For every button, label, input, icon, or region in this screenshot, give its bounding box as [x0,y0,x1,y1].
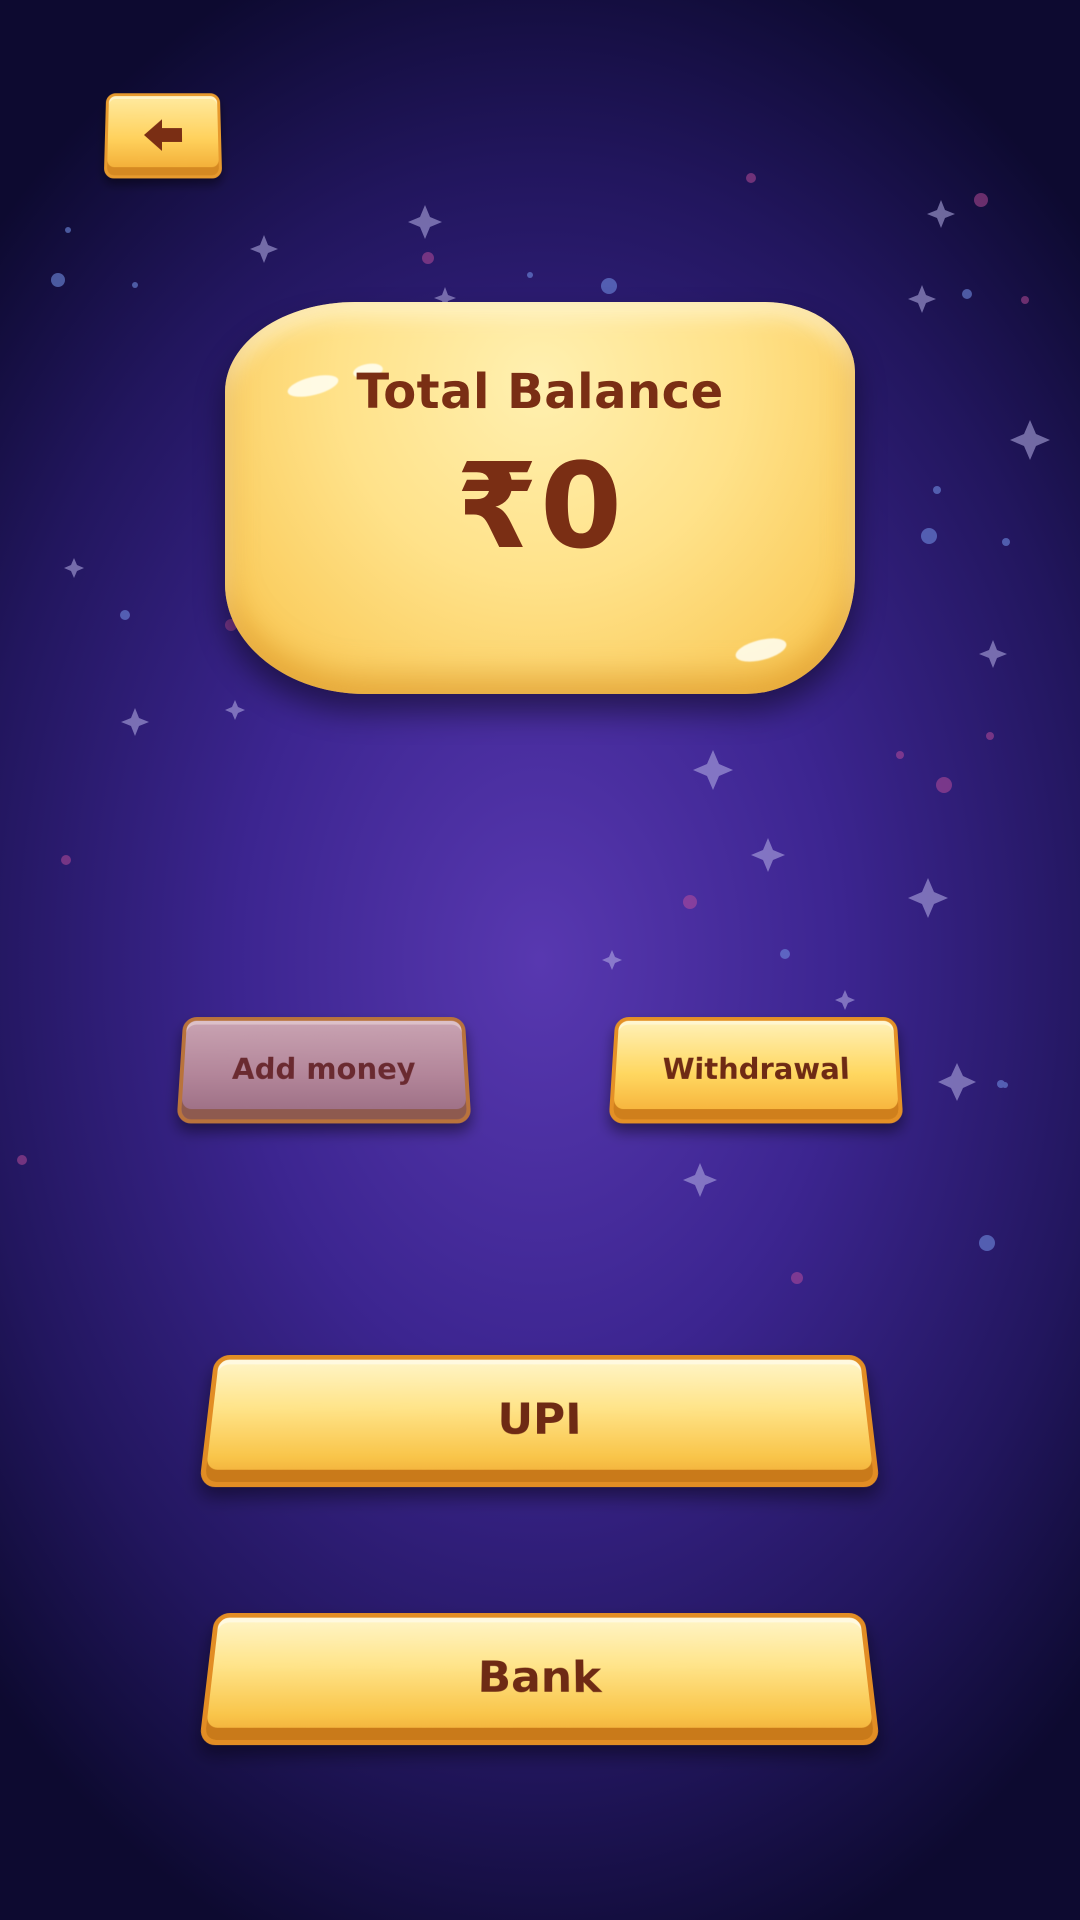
gloss-highlight [733,634,789,666]
back-button[interactable] [103,93,223,179]
withdrawal-tab[interactable]: Withdrawal [608,1017,904,1124]
balance-title: Total Balance [356,364,724,420]
bank-button[interactable]: Bank [199,1612,880,1746]
upi-button[interactable]: UPI [199,1354,880,1488]
bank-label: Bank [477,1652,602,1703]
balance-amount: ₹0 [455,437,625,575]
add-money-tab[interactable]: Add money [176,1017,472,1124]
withdrawal-label: Withdrawal [661,1052,851,1086]
balance-card: Total Balance ₹0 [225,302,855,694]
add-money-label: Add money [231,1052,417,1086]
arrow-left-icon [143,119,183,151]
upi-label: UPI [496,1394,583,1445]
